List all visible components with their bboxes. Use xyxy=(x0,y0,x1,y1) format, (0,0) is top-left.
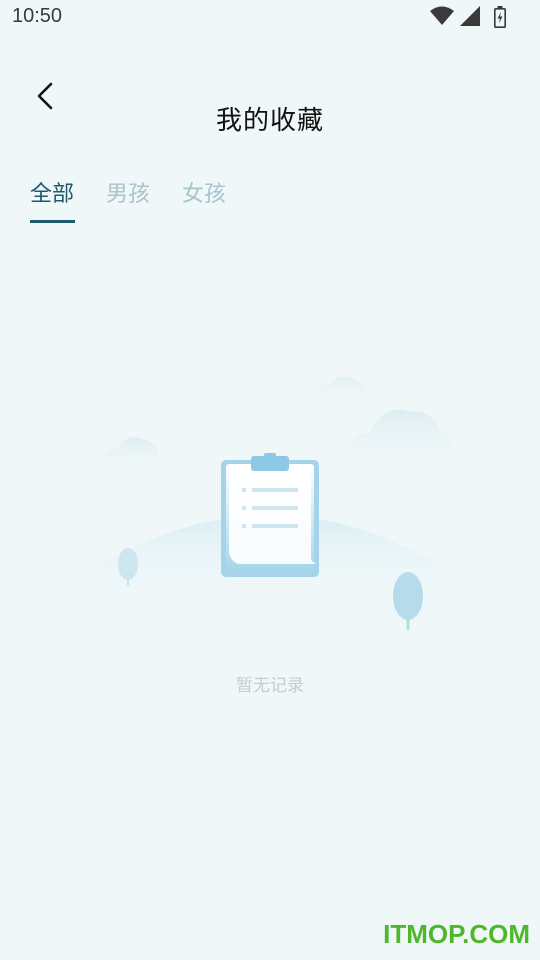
empty-illustration xyxy=(0,360,540,650)
status-bar: 10:50 xyxy=(0,0,540,36)
tab-girls[interactable]: 女孩 xyxy=(182,176,226,208)
tab-boys[interactable]: 男孩 xyxy=(106,176,150,208)
battery-charging-icon xyxy=(494,6,506,28)
cloud-icon xyxy=(310,376,370,400)
status-time: 10:50 xyxy=(12,5,63,27)
watermark: ITMOP.COM xyxy=(383,919,530,949)
clipboard-illustration xyxy=(55,376,485,630)
tab-all[interactable]: 全部 xyxy=(30,176,74,208)
empty-message: 暂无记录 xyxy=(236,676,304,696)
tree-icon xyxy=(393,572,423,630)
wifi-icon xyxy=(430,6,454,25)
active-tab-indicator xyxy=(30,220,75,223)
cloud-icon xyxy=(345,409,454,465)
page-title: 我的收藏 xyxy=(215,106,324,136)
cloud-icon xyxy=(100,437,160,470)
signal-icon xyxy=(460,6,480,26)
clipboard-icon xyxy=(221,453,319,577)
